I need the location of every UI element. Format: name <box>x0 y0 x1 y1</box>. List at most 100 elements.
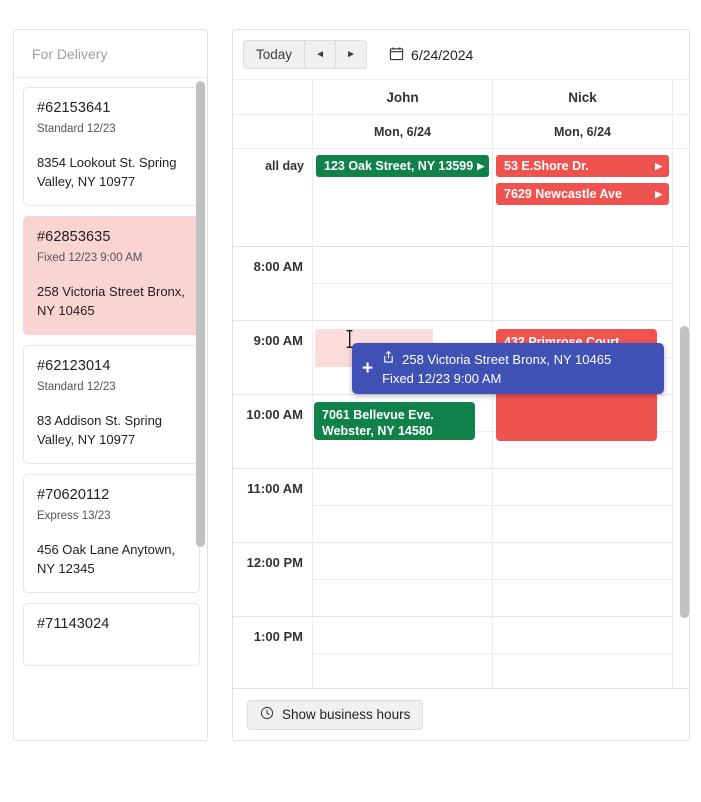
hour-label: 11:00 AM <box>233 469 313 543</box>
order-meta: Fixed 12/23 9:00 AM <box>37 252 186 264</box>
hour-label: 8:00 AM <box>233 247 313 321</box>
hour-cell-nick[interactable] <box>493 617 673 688</box>
hour-label: 9:00 AM <box>233 321 313 395</box>
sidebar-scrollbar[interactable] <box>196 80 205 740</box>
half-hour-slot[interactable] <box>493 469 672 506</box>
hour-row: 12:00 PM <box>233 543 690 617</box>
corner-cell <box>233 80 313 114</box>
calendar-grid: John Nick Mon, 6/24 Mon, 6/24 all day 12… <box>233 80 690 688</box>
list-item[interactable]: #70620112 Express 13/23 456 Oak Lane Any… <box>23 474 200 593</box>
show-business-hours-button[interactable]: Show business hours <box>247 700 423 730</box>
list-item[interactable]: #62123014 Standard 12/23 83 Addison St. … <box>23 345 200 464</box>
all-day-event[interactable]: 53 E.Shore Dr. ▶ <box>496 155 669 177</box>
order-address: 258 Victoria Street Bronx, NY 10465 <box>37 282 186 320</box>
event-title: 123 Oak Street, NY 13599 <box>324 159 473 173</box>
order-id: #62153641 <box>37 100 186 116</box>
all-day-cell-john[interactable]: 123 Oak Street, NY 13599 ▶ <box>313 149 493 246</box>
hour-label: 1:00 PM <box>233 617 313 688</box>
list-item[interactable]: #71143024 <box>23 603 200 666</box>
hour-row: 1:00 PM <box>233 617 690 688</box>
date-header-row: Mon, 6/24 Mon, 6/24 <box>233 115 690 149</box>
resource-header-john[interactable]: John <box>313 80 493 114</box>
date-header-nick: Mon, 6/24 <box>493 115 673 148</box>
date-header-john: Mon, 6/24 <box>313 115 493 148</box>
hour-cell-john[interactable] <box>313 247 493 321</box>
show-business-hours-label: Show business hours <box>282 707 410 722</box>
hour-row: 8:00 AM <box>233 247 690 321</box>
list-item[interactable]: #62853635 Fixed 12/23 9:00 AM 258 Victor… <box>23 216 200 335</box>
order-id: #62123014 <box>37 358 186 374</box>
order-id: #70620112 <box>37 487 186 503</box>
hour-label: 10:00 AM <box>233 395 313 469</box>
calendar-panel: Today ◄ ► 6/24/2024 <box>232 29 690 741</box>
half-hour-slot[interactable] <box>313 543 492 580</box>
all-day-event[interactable]: 7629 Newcastle Ave ▶ <box>496 183 669 205</box>
list-item[interactable]: #62153641 Standard 12/23 8354 Lookout St… <box>23 87 200 206</box>
time-grid: 8:00 AM 9:00 AM <box>233 247 690 688</box>
half-hour-slot[interactable] <box>313 469 492 506</box>
half-hour-slot[interactable] <box>313 654 492 688</box>
resource-header-nick[interactable]: Nick <box>493 80 673 114</box>
order-meta: Express 13/23 <box>37 510 186 522</box>
sidebar-header: For Delivery <box>14 30 207 78</box>
date-text: 6/24/2024 <box>411 47 473 63</box>
half-hour-slot[interactable] <box>313 247 492 284</box>
event-title: 53 E.Shore Dr. <box>504 159 589 173</box>
half-hour-slot[interactable] <box>493 580 672 617</box>
half-hour-slot[interactable] <box>313 580 492 617</box>
order-id: #62853635 <box>37 229 186 245</box>
hour-row: 11:00 AM <box>233 469 690 543</box>
share-upload-icon <box>382 350 395 369</box>
today-button[interactable]: Today <box>243 40 305 69</box>
half-hour-slot[interactable] <box>493 617 672 654</box>
date-display[interactable]: 6/24/2024 <box>389 46 473 64</box>
half-hour-slot[interactable] <box>493 543 672 580</box>
calendar-toolbar: Today ◄ ► 6/24/2024 <box>233 30 689 80</box>
order-id: #71143024 <box>37 616 186 632</box>
tooltip-line-schedule: Fixed 12/23 9:00 AM <box>382 369 611 388</box>
calendar-scrollbar-thumb[interactable] <box>680 326 689 618</box>
order-address: 456 Oak Lane Anytown, NY 12345 <box>37 540 186 578</box>
timed-event-bellevue[interactable]: 7061 Bellevue Eve. Webster, NY 14580 <box>314 402 475 440</box>
hour-cell-john[interactable] <box>313 617 493 688</box>
delivery-sidebar: For Delivery #62153641 Standard 12/23 83… <box>13 29 208 741</box>
calendar-nav-group: Today ◄ ► <box>243 40 367 69</box>
chevron-right-icon: ▶ <box>655 189 662 200</box>
half-hour-slot[interactable] <box>493 284 672 321</box>
calendar-scrollbar[interactable] <box>680 302 689 632</box>
all-day-event[interactable]: 123 Oak Street, NY 13599 ▶ <box>316 155 489 177</box>
app-root: For Delivery #62153641 Standard 12/23 83… <box>0 0 701 802</box>
half-hour-slot[interactable] <box>493 247 672 284</box>
hour-cell-nick[interactable] <box>493 469 673 543</box>
plus-icon: + <box>362 359 373 378</box>
hour-cell-john[interactable] <box>313 469 493 543</box>
order-list[interactable]: #62153641 Standard 12/23 8354 Lookout St… <box>14 79 208 741</box>
all-day-row: all day 123 Oak Street, NY 13599 ▶ 53 E.… <box>233 149 690 247</box>
resource-header-row: John Nick <box>233 80 690 115</box>
next-button[interactable]: ► <box>336 40 367 69</box>
chevron-right-icon: ▶ <box>477 161 484 172</box>
tooltip-line-address: 258 Victoria Street Bronx, NY 10465 <box>402 350 611 369</box>
half-hour-slot[interactable] <box>313 617 492 654</box>
half-hour-slot[interactable] <box>313 506 492 543</box>
all-day-cell-nick[interactable]: 53 E.Shore Dr. ▶ 7629 Newcastle Ave ▶ <box>493 149 673 246</box>
half-hour-slot[interactable] <box>493 654 672 688</box>
order-meta: Standard 12/23 <box>37 381 186 393</box>
order-meta: Standard 12/23 <box>37 123 186 135</box>
hour-cell-nick[interactable] <box>493 247 673 321</box>
half-hour-slot[interactable] <box>313 284 492 321</box>
hour-label: 12:00 PM <box>233 543 313 617</box>
order-address: 83 Addison St. Spring Valley, NY 10977 <box>37 411 186 449</box>
sidebar-scrollbar-thumb[interactable] <box>196 81 205 547</box>
drag-tooltip: + 258 Victoria Street Bronx, NY 10465 <box>352 343 664 394</box>
calendar-icon <box>389 46 411 64</box>
hour-cell-nick[interactable] <box>493 543 673 617</box>
half-hour-slot[interactable] <box>493 506 672 543</box>
chevron-right-icon: ▶ <box>655 161 662 172</box>
corner-cell-2 <box>233 115 313 148</box>
event-title: 7629 Newcastle Ave <box>504 187 622 201</box>
calendar-footer: Show business hours <box>233 688 690 740</box>
hour-cell-john[interactable] <box>313 543 493 617</box>
order-address: 8354 Lookout St. Spring Valley, NY 10977 <box>37 153 186 191</box>
prev-button[interactable]: ◄ <box>305 40 336 69</box>
